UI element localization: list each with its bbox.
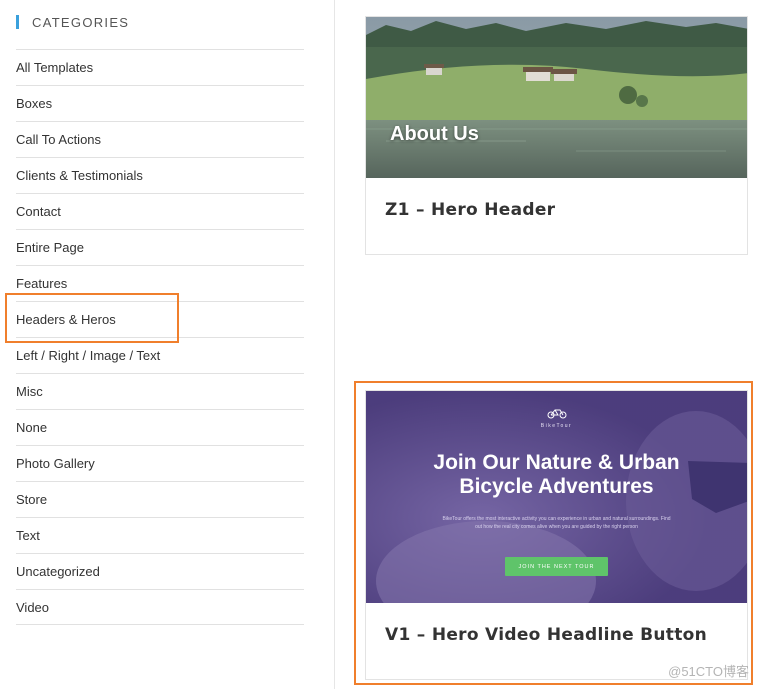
category-label: Uncategorized <box>16 564 100 579</box>
template-title: V1 – Hero Video Headline Button <box>385 625 708 645</box>
category-store[interactable]: Store <box>16 481 304 517</box>
category-clients-testimonials[interactable]: Clients & Testimonials <box>16 157 304 193</box>
category-label: Left / Right / Image / Text <box>16 348 161 363</box>
category-label: None <box>16 420 48 435</box>
template-card-v1[interactable]: BikeTour Join Our Nature & Urban Bicycle… <box>365 390 748 680</box>
category-list: All Templates Boxes Call To Actions Clie… <box>16 49 304 625</box>
template-thumbnail: About Us <box>366 17 747 178</box>
category-call-to-actions[interactable]: Call To Actions <box>16 121 304 157</box>
category-label: Misc <box>16 384 43 399</box>
category-label: Boxes <box>16 96 53 111</box>
category-text[interactable]: Text <box>16 517 304 553</box>
template-thumbnail: BikeTour Join Our Nature & Urban Bicycle… <box>366 391 747 603</box>
thumbnail-body-text: BikeTour offers the most interactive act… <box>442 516 671 530</box>
category-photo-gallery[interactable]: Photo Gallery <box>16 445 304 481</box>
thumbnail-caption: About Us <box>390 123 479 145</box>
landscape-image <box>366 17 747 178</box>
accent-bar <box>16 15 19 29</box>
category-entire-page[interactable]: Entire Page <box>16 229 304 265</box>
brand-logo: BikeTour <box>366 409 747 429</box>
category-label: Headers & Heros <box>16 312 116 327</box>
headline-line-2: Bicycle Adventures <box>459 475 654 498</box>
category-label: Features <box>16 276 68 291</box>
sidebar-title: CATEGORIES <box>32 14 130 30</box>
template-title: Z1 – Hero Header <box>385 200 556 220</box>
categories-sidebar: CATEGORIES All Templates Boxes Call To A… <box>0 0 335 689</box>
category-label: Contact <box>16 204 61 219</box>
headline-line-1: Join Our Nature & Urban <box>433 451 680 474</box>
category-boxes[interactable]: Boxes <box>16 85 304 121</box>
thumbnail-cta-button: JOIN THE NEXT TOUR <box>505 557 608 576</box>
category-label: Call To Actions <box>16 132 102 147</box>
template-card-z1[interactable]: About Us Z1 – Hero Header <box>365 16 748 255</box>
sidebar-header: CATEGORIES <box>16 14 129 30</box>
category-features[interactable]: Features <box>16 265 304 301</box>
category-uncategorized[interactable]: Uncategorized <box>16 553 304 589</box>
category-label: Text <box>16 528 40 543</box>
category-label: Store <box>16 492 48 507</box>
category-headers-heros[interactable]: Headers & Heros <box>16 301 304 337</box>
category-label: Entire Page <box>16 240 84 255</box>
category-all-templates[interactable]: All Templates <box>16 49 304 85</box>
category-label: Clients & Testimonials <box>16 168 143 183</box>
brand-name: BikeTour <box>540 423 573 429</box>
thumbnail-headline: Join Our Nature & Urban Bicycle Adventur… <box>366 451 747 499</box>
bicycle-icon <box>547 409 566 419</box>
category-left-right-image-text[interactable]: Left / Right / Image / Text <box>16 337 304 373</box>
category-misc[interactable]: Misc <box>16 373 304 409</box>
category-label: Video <box>16 599 50 615</box>
category-none[interactable]: None <box>16 409 304 445</box>
category-label: All Templates <box>16 60 94 75</box>
category-label: Photo Gallery <box>16 456 95 471</box>
category-video[interactable]: Video <box>16 589 304 625</box>
category-contact[interactable]: Contact <box>16 193 304 229</box>
watermark: @51CTO博客 <box>668 664 749 679</box>
